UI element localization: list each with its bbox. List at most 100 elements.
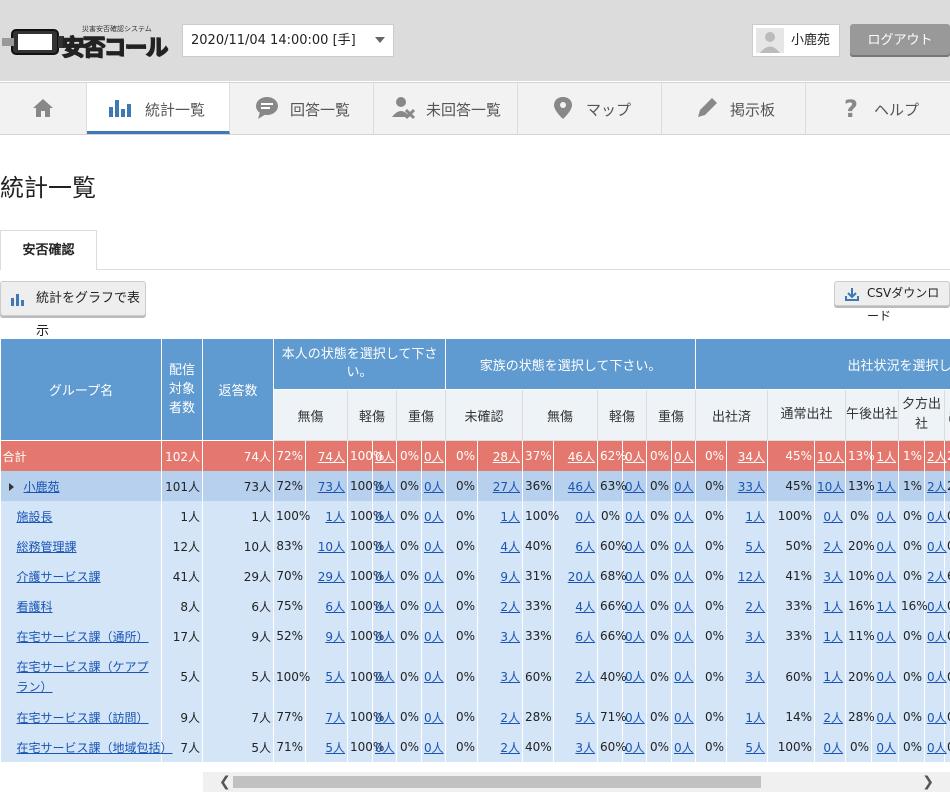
count-link[interactable]: 0人 <box>575 510 595 524</box>
count-link[interactable]: 0人 <box>625 670 645 684</box>
count-link[interactable]: 5人 <box>575 711 595 725</box>
count-link[interactable]: 7人 <box>325 711 345 725</box>
nav-map[interactable]: マップ <box>518 83 662 134</box>
count-link[interactable]: 0人 <box>927 540 947 554</box>
count-link[interactable]: 2人 <box>745 600 765 614</box>
count-link[interactable]: 0人 <box>674 510 694 524</box>
count-link[interactable]: 2人 <box>500 600 520 614</box>
count-link[interactable]: 73人 <box>318 480 345 494</box>
count-link[interactable]: 0人 <box>424 670 444 684</box>
count-link[interactable]: 0人 <box>424 600 444 614</box>
nav-board[interactable]: 掲示板 <box>662 83 806 134</box>
group-name-link[interactable]: 看護科 <box>17 600 53 614</box>
count-link[interactable]: 6人 <box>575 630 595 644</box>
count-link[interactable]: 0人 <box>927 630 947 644</box>
count-link[interactable]: 1人 <box>876 600 896 614</box>
count-link[interactable]: 1人 <box>876 450 896 464</box>
count-link[interactable]: 1人 <box>823 630 843 644</box>
count-link[interactable]: 10人 <box>817 480 844 494</box>
count-link[interactable]: 34人 <box>738 450 765 464</box>
count-link[interactable]: 0人 <box>375 480 395 494</box>
horizontal-scrollbar[interactable]: ❮ ❯ <box>203 772 950 792</box>
expand-triangle-icon[interactable] <box>8 482 14 491</box>
count-link[interactable]: 0人 <box>424 480 444 494</box>
count-link[interactable]: 0人 <box>424 450 444 464</box>
count-link[interactable]: 3人 <box>500 670 520 684</box>
count-link[interactable]: 29人 <box>318 570 345 584</box>
count-link[interactable]: 0人 <box>375 450 395 464</box>
count-link[interactable]: 0人 <box>674 570 694 584</box>
count-link[interactable]: 0人 <box>625 600 645 614</box>
count-link[interactable]: 0人 <box>625 570 645 584</box>
count-link[interactable]: 2人 <box>500 741 520 755</box>
count-link[interactable]: 2人 <box>823 711 843 725</box>
count-link[interactable]: 0人 <box>625 741 645 755</box>
count-link[interactable]: 6人 <box>325 600 345 614</box>
count-link[interactable]: 10人 <box>318 540 345 554</box>
count-link[interactable]: 0人 <box>375 600 395 614</box>
count-link[interactable]: 0人 <box>823 741 843 755</box>
count-link[interactable]: 0人 <box>876 540 896 554</box>
count-link[interactable]: 12人 <box>738 570 765 584</box>
count-link[interactable]: 2人 <box>927 450 947 464</box>
count-link[interactable]: 2人 <box>927 480 947 494</box>
count-link[interactable]: 33人 <box>738 480 765 494</box>
count-link[interactable]: 0人 <box>375 510 395 524</box>
count-link[interactable]: 1人 <box>745 510 765 524</box>
count-link[interactable]: 74人 <box>318 450 345 464</box>
count-link[interactable]: 0人 <box>424 630 444 644</box>
csv-download-button[interactable]: CSVダウンロード <box>834 281 950 323</box>
count-link[interactable]: 9人 <box>325 630 345 644</box>
count-link[interactable]: 0人 <box>375 741 395 755</box>
datetime-select[interactable]: 2020/11/04 14:00:00 [手] <box>182 24 394 57</box>
count-link[interactable]: 0人 <box>927 510 947 524</box>
count-link[interactable]: 0人 <box>927 741 947 755</box>
count-link[interactable]: 0人 <box>625 510 645 524</box>
count-link[interactable]: 0人 <box>674 450 694 464</box>
count-link[interactable]: 1人 <box>500 510 520 524</box>
count-link[interactable]: 0人 <box>876 510 896 524</box>
group-name-link[interactable]: 在宅サービス課（訪問） <box>17 711 149 725</box>
count-link[interactable]: 3人 <box>823 570 843 584</box>
statistics-table-container[interactable]: グループ名 配信対象者数 返答数 本人の状態を選択して下さい。 家族の状態を選択… <box>0 338 950 772</box>
group-name-link[interactable]: 在宅サービス課（通所） <box>17 630 149 644</box>
count-link[interactable]: 0人 <box>927 600 947 614</box>
nav-help[interactable]: ? ヘルプ <box>806 83 950 134</box>
nav-answers[interactable]: 回答一覧 <box>230 83 374 134</box>
count-link[interactable]: 0人 <box>424 540 444 554</box>
count-link[interactable]: 0人 <box>625 450 645 464</box>
count-link[interactable]: 0人 <box>674 600 694 614</box>
group-name-link[interactable]: 在宅サービス課（ケアプラン） <box>17 660 149 694</box>
count-link[interactable]: 2人 <box>823 540 843 554</box>
count-link[interactable]: 0人 <box>625 711 645 725</box>
count-link[interactable]: 0人 <box>674 540 694 554</box>
count-link[interactable]: 46人 <box>568 480 595 494</box>
nav-unanswered[interactable]: 未回答一覧 <box>374 83 518 134</box>
count-link[interactable]: 2人 <box>575 670 595 684</box>
nav-statistics[interactable]: 統計一覧 <box>87 83 230 134</box>
count-link[interactable]: 4人 <box>575 600 595 614</box>
count-link[interactable]: 0人 <box>424 570 444 584</box>
show-graph-button[interactable]: 統計をグラフで表示 <box>0 281 146 339</box>
count-link[interactable]: 0人 <box>625 630 645 644</box>
scroll-right-icon[interactable]: ❯ <box>922 774 934 790</box>
count-link[interactable]: 5人 <box>745 741 765 755</box>
count-link[interactable]: 2人 <box>927 570 947 584</box>
count-link[interactable]: 27人 <box>493 480 520 494</box>
count-link[interactable]: 0人 <box>625 480 645 494</box>
count-link[interactable]: 3人 <box>745 670 765 684</box>
group-name-link[interactable]: 在宅サービス課（地域包括） <box>17 741 173 755</box>
count-link[interactable]: 0人 <box>674 711 694 725</box>
count-link[interactable]: 0人 <box>674 670 694 684</box>
count-link[interactable]: 0人 <box>876 741 896 755</box>
count-link[interactable]: 5人 <box>325 741 345 755</box>
count-link[interactable]: 0人 <box>674 630 694 644</box>
count-link[interactable]: 3人 <box>745 630 765 644</box>
tab-safety-check[interactable]: 安否確認 <box>0 230 97 270</box>
count-link[interactable]: 4人 <box>500 540 520 554</box>
count-link[interactable]: 0人 <box>876 630 896 644</box>
count-link[interactable]: 28人 <box>493 450 520 464</box>
count-link[interactable]: 9人 <box>500 570 520 584</box>
count-link[interactable]: 0人 <box>375 670 395 684</box>
count-link[interactable]: 0人 <box>823 510 843 524</box>
